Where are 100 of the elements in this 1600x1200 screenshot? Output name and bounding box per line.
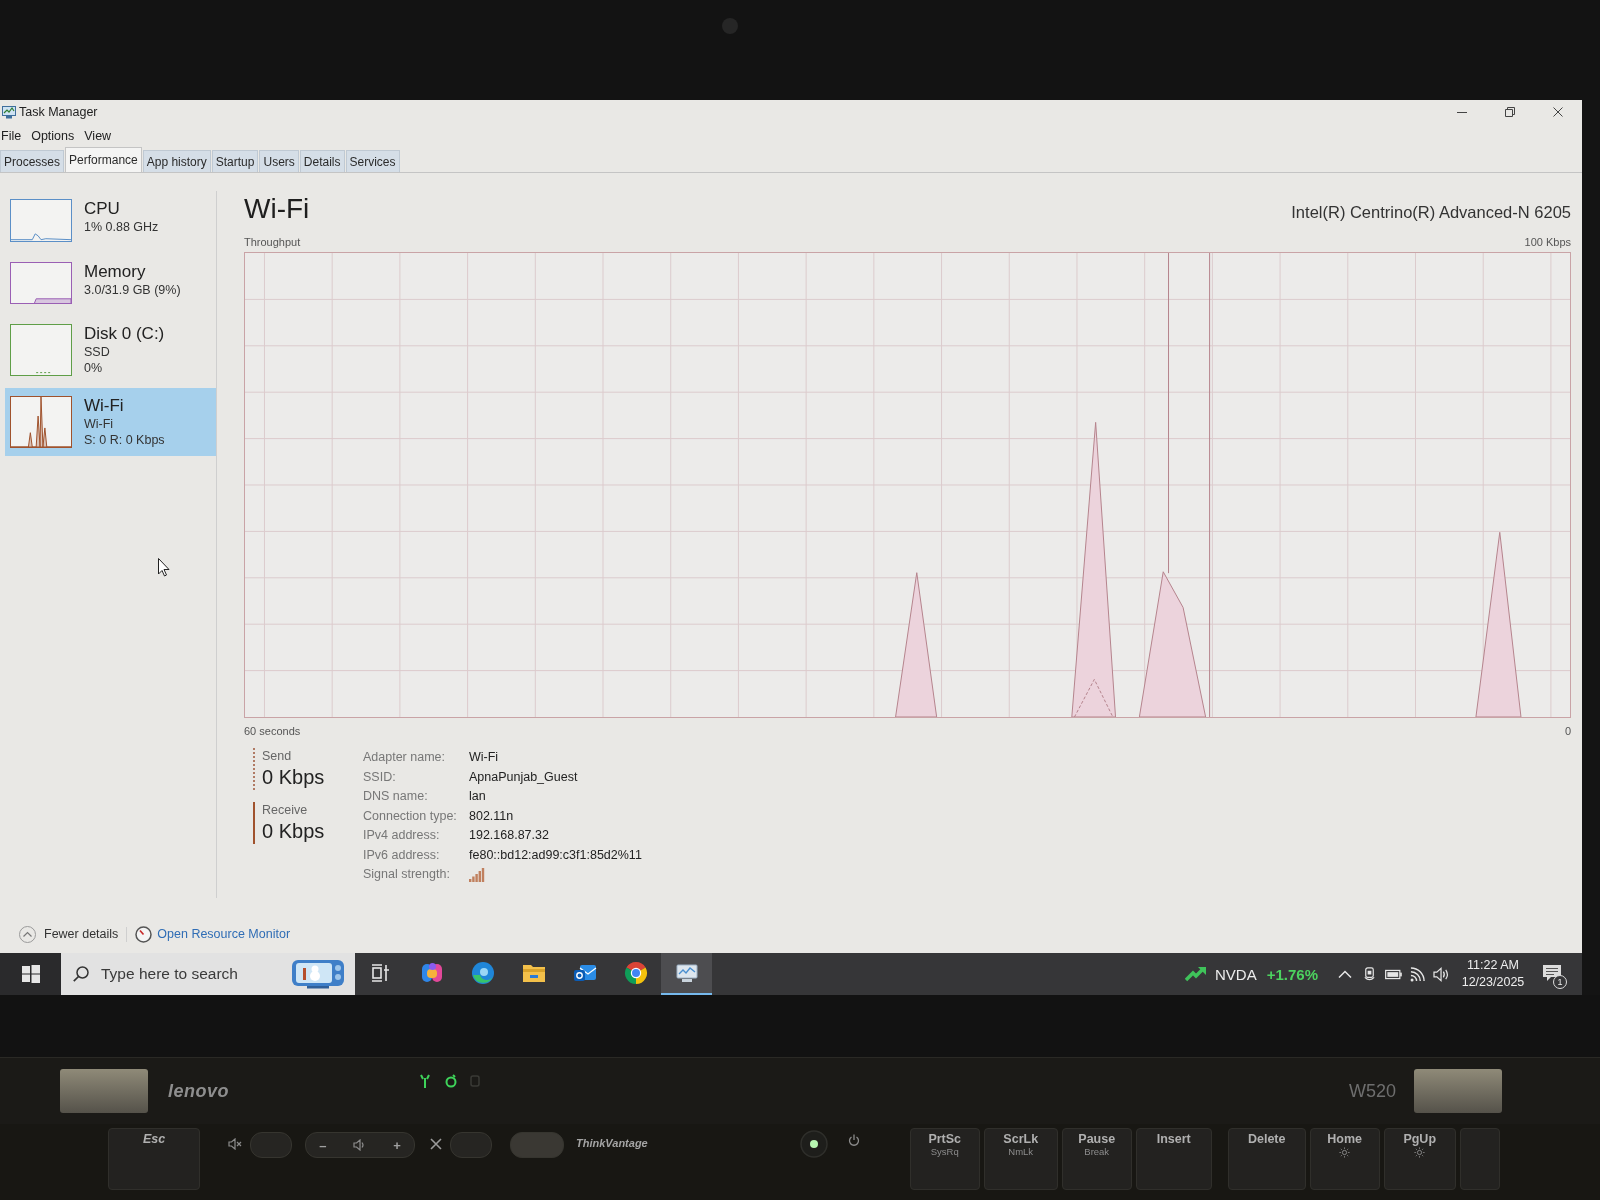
taskbar-button[interactable] xyxy=(661,953,712,995)
resource-detail: SSD xyxy=(84,344,111,361)
chevron-up-icon xyxy=(1338,970,1352,978)
speaker-icon xyxy=(352,1139,367,1151)
key-label: Insert xyxy=(1156,1132,1191,1146)
key-label: ThinkVantage xyxy=(576,1137,648,1149)
tab[interactable]: Startup xyxy=(211,150,259,172)
menu-item[interactable]: View xyxy=(79,126,117,145)
adapter-name: Intel(R) Centrino(R) Advanced-N 6205 xyxy=(1291,203,1571,222)
resource-detail: 1% 0.88 GHz xyxy=(84,219,159,235)
resource-detail: Wi-Fi xyxy=(84,416,115,433)
speaker-icon xyxy=(1432,966,1450,982)
power-led-icon xyxy=(799,1130,828,1158)
close-icon xyxy=(1553,107,1563,117)
key-label: PrtSc xyxy=(928,1132,962,1146)
keyboard-key xyxy=(1459,1128,1500,1190)
key-sublabel: NmLk xyxy=(1008,1146,1034,1157)
resource-name: Disk 0 (C:) xyxy=(84,324,165,345)
property-label: SSID: xyxy=(363,768,397,786)
monitor-graph-icon xyxy=(2,105,16,119)
tab[interactable]: Services xyxy=(345,150,400,172)
sidebar-item[interactable]: Wi-Fi Wi-Fi S: 0 R: 0 Kbps xyxy=(5,388,216,457)
stock-widget[interactable]: NVDA +1.76% xyxy=(1181,953,1322,995)
axis-max-label: 100 Kbps xyxy=(1524,235,1571,249)
menu-item[interactable]: Options xyxy=(26,126,80,145)
rate-label: Send xyxy=(262,748,293,764)
key-sublabel: Break xyxy=(1084,1146,1110,1157)
notification-icon xyxy=(1540,964,1563,984)
key-label: Esc xyxy=(142,1132,166,1146)
tab[interactable]: Users xyxy=(259,150,299,172)
property-value: 192.168.87.32 xyxy=(469,827,550,844)
round-key xyxy=(250,1132,292,1158)
brand-logo: lenovo xyxy=(168,1080,229,1102)
filmstrip-icon xyxy=(369,963,392,983)
window-panes-icon xyxy=(21,965,40,983)
tv-icon xyxy=(291,959,345,989)
search-input[interactable]: Type here to search xyxy=(101,963,291,985)
property-value: fe80::bd12:ad99:c3f1:85d2%11 xyxy=(469,846,642,864)
tab[interactable]: App history xyxy=(142,150,211,172)
volume-up-label: + xyxy=(393,1137,401,1153)
round-key xyxy=(450,1132,492,1158)
stock-ticker: NVDA xyxy=(1215,965,1257,983)
notification-button[interactable]: 1 xyxy=(1533,953,1570,995)
resource-name: CPU xyxy=(84,199,121,219)
axis-start-label: 60 seconds xyxy=(244,724,301,738)
tab[interactable]: Processes xyxy=(0,150,65,172)
rate-value: 0 Kbps xyxy=(262,765,325,790)
signal-strength-icon xyxy=(469,867,485,882)
key-label: Pause xyxy=(1078,1132,1116,1146)
notification-count: 1 xyxy=(1553,975,1567,989)
wifi-icon xyxy=(1408,966,1426,982)
tab[interactable]: Performance xyxy=(65,147,142,172)
sidebar-item[interactable]: Memory 3.0/31.9 GB (9%) xyxy=(5,253,216,313)
menu-item[interactable]: File xyxy=(0,126,27,145)
status-led-icon xyxy=(445,1074,457,1088)
swirl-icon xyxy=(419,961,444,985)
restore-icon xyxy=(1505,107,1515,117)
chart-caption: Throughput xyxy=(244,235,301,249)
property-label: Signal strength: xyxy=(363,866,451,883)
gauge-icon xyxy=(135,925,153,943)
resource-monitor-link[interactable]: Open Resource Monitor xyxy=(135,925,291,943)
window-title: Task Manager xyxy=(19,105,98,119)
send-spike xyxy=(1073,678,1114,717)
mouse-pointer-icon xyxy=(158,558,170,577)
sidebar-item[interactable]: CPU 1% 0.88 GHz xyxy=(5,191,216,250)
rate-label: Receive xyxy=(262,802,309,818)
search-field[interactable]: Type here to search xyxy=(61,953,355,995)
clock-button[interactable]: 11:22 AM 12/23/2025 xyxy=(1453,953,1533,995)
resource-detail: 0% xyxy=(84,360,104,377)
resource-name: Memory xyxy=(84,261,147,282)
monitor-graph-icon xyxy=(674,961,699,985)
tab[interactable]: Details xyxy=(299,150,345,172)
axis-end-label: 0 xyxy=(1564,724,1571,738)
search-icon xyxy=(73,966,89,982)
property-value: lan xyxy=(469,788,487,805)
stock-change: +1.76% xyxy=(1266,965,1318,983)
property-value: Wi-Fi xyxy=(469,749,500,766)
sun-icon xyxy=(1414,1147,1426,1158)
sidebar-item[interactable]: Disk 0 (C:) SSD 0% xyxy=(5,316,216,385)
antenna-led-icon xyxy=(419,1074,431,1088)
resource-name: Wi-Fi xyxy=(84,396,125,417)
trend-arrow-icon xyxy=(1185,964,1207,984)
start-button[interactable] xyxy=(0,953,61,995)
solid-line-icon xyxy=(253,802,255,844)
status-led-icon xyxy=(469,1074,481,1088)
power-icon xyxy=(847,1134,860,1146)
key-label: ScrLk xyxy=(1003,1132,1039,1146)
sun-icon xyxy=(1339,1147,1351,1158)
property-label: IPv4 address: xyxy=(363,827,441,844)
model-label: W520 xyxy=(1348,1080,1396,1102)
wave-icon xyxy=(470,961,495,985)
round-key xyxy=(510,1132,564,1158)
speaker-mute-icon xyxy=(228,1138,242,1150)
chevron-up-icon xyxy=(19,925,36,943)
volume-down-label: – xyxy=(319,1137,327,1153)
key-sublabel: SysRq xyxy=(930,1146,959,1157)
resource-detail: 3.0/31.9 GB (9%) xyxy=(84,281,181,298)
resource-detail: S: 0 R: 0 Kbps xyxy=(84,432,165,449)
tricolor-circle-icon xyxy=(623,961,648,985)
fewer-details-button[interactable]: Fewer details xyxy=(19,925,119,943)
